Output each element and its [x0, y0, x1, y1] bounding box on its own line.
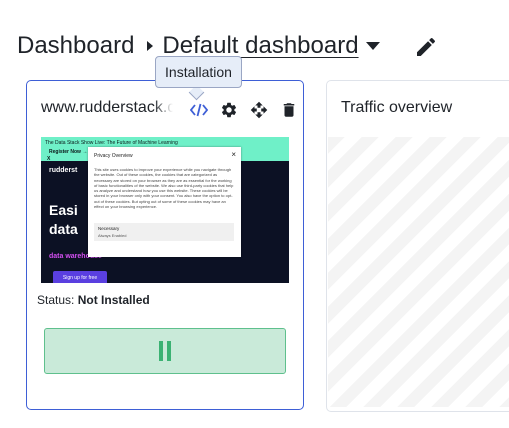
preview-headline-line1: Easi — [49, 202, 78, 218]
preview-dialog-option-label: Necessary — [98, 226, 120, 231]
status-label: Status: — [37, 293, 75, 307]
caret-right-icon — [146, 40, 154, 52]
loading-placeholder — [328, 137, 509, 407]
website-preview-thumbnail: The Data Stack Show Live: The Future of … — [41, 137, 289, 283]
widget-toolbar — [189, 100, 309, 120]
preview-dialog-option-state: Always Enabled — [98, 233, 127, 238]
pencil-icon — [417, 37, 436, 56]
preview-cta: Sign up for free — [53, 271, 107, 283]
pause-icon — [159, 341, 171, 361]
code-icon — [190, 103, 208, 117]
preview-headline: Easi data — [49, 201, 78, 239]
preview-privacy-dialog: Privacy Overview × This site uses cookie… — [88, 147, 241, 257]
caret-down-icon[interactable] — [365, 41, 381, 51]
move-button[interactable] — [249, 100, 269, 120]
status-value: Not Installed — [77, 293, 150, 307]
preview-banner-close: X — [47, 156, 51, 162]
widget-title: www.rudderstack.c — [41, 99, 173, 116]
widget-card-website[interactable]: www.rudderstack.c The Data Stack Show Li… — [26, 80, 304, 410]
preview-logo: rudderst — [49, 167, 78, 174]
settings-button[interactable] — [219, 100, 239, 120]
delete-button[interactable] — [279, 100, 299, 120]
move-icon — [250, 101, 268, 119]
installation-tooltip: Installation — [155, 56, 242, 88]
edit-dashboard-button[interactable] — [414, 35, 438, 59]
widget-card-traffic-overview[interactable]: Traffic overview — [326, 80, 509, 412]
trash-icon — [283, 103, 295, 117]
pause-button[interactable] — [44, 328, 286, 374]
preview-banner-text: The Data Stack Show Live: The Future of … — [45, 140, 178, 146]
preview-dialog-title: Privacy Overview — [94, 153, 133, 159]
install-status: Status: Not Installed — [37, 293, 150, 307]
breadcrumb-dashboard[interactable]: Dashboard — [17, 32, 134, 60]
preview-banner-cta: Register Now → — [49, 149, 88, 155]
gear-icon — [221, 102, 237, 118]
preview-headline-line2: data — [49, 221, 78, 237]
preview-dialog-option: Necessary Always Enabled — [94, 223, 234, 241]
preview-dialog-close: × — [231, 150, 236, 159]
installation-button[interactable] — [189, 100, 209, 120]
widget-title: Traffic overview — [341, 99, 453, 116]
preview-dialog-text: This site uses cookies to improve your e… — [94, 167, 234, 210]
